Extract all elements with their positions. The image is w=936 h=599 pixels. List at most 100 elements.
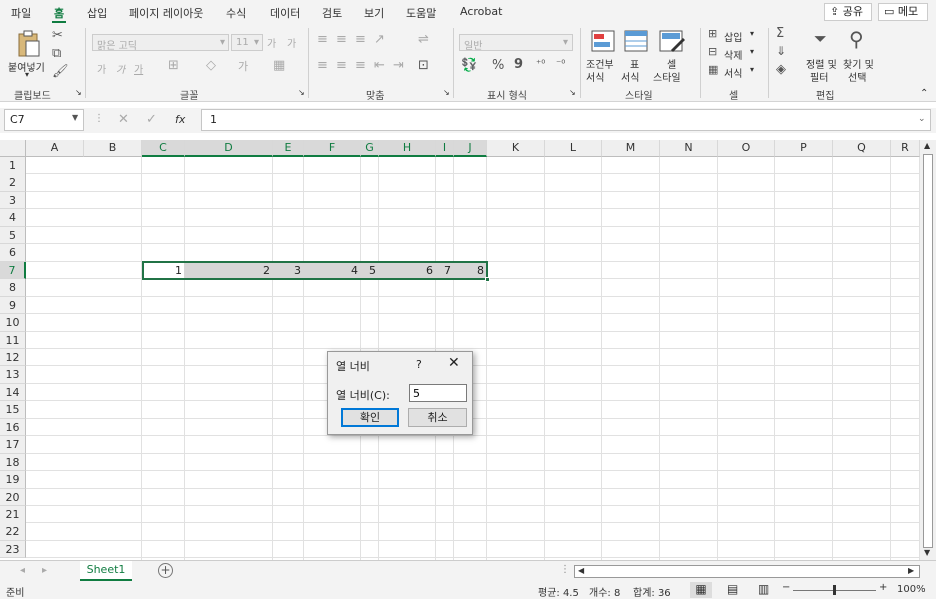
tab-page-layout[interactable]: 페이지 레이아웃 bbox=[129, 5, 203, 21]
shrink-font-button[interactable]: 가 bbox=[287, 35, 296, 50]
check-icon[interactable]: ✓ bbox=[146, 112, 157, 127]
sort-filter-button[interactable]: ⏷ 정렬 및 필터 bbox=[806, 28, 842, 84]
tab-acrobat[interactable]: Acrobat bbox=[460, 5, 502, 18]
zoom-slider-thumb[interactable] bbox=[833, 585, 836, 595]
conditional-formatting-button[interactable]: 조건부 서식 bbox=[586, 28, 620, 84]
column-header[interactable]: C bbox=[142, 140, 185, 157]
bold-button[interactable]: 가 bbox=[97, 61, 106, 76]
column-header[interactable]: Q bbox=[833, 140, 891, 157]
sheet-tab[interactable]: Sheet1 bbox=[80, 561, 132, 581]
row-header[interactable]: 14 bbox=[0, 383, 26, 402]
wrap-text-icon[interactable]: ⇌ bbox=[418, 32, 429, 47]
scroll-left-icon[interactable]: ◀ bbox=[578, 566, 584, 575]
column-header[interactable]: P bbox=[775, 140, 833, 157]
column-header[interactable]: N bbox=[660, 140, 718, 157]
ok-button[interactable]: 확인 bbox=[341, 408, 399, 427]
cancel-button[interactable]: 취소 bbox=[408, 408, 467, 427]
column-header[interactable]: M bbox=[602, 140, 660, 157]
orientation-icon[interactable]: ↗ bbox=[374, 32, 385, 47]
cell-value[interactable]: 1 bbox=[142, 263, 182, 278]
cell-value[interactable]: 6 bbox=[379, 263, 433, 278]
row-header[interactable]: 15 bbox=[0, 401, 26, 419]
share-button[interactable]: ⇪ 공유 bbox=[824, 3, 872, 21]
row-header[interactable]: 12 bbox=[0, 348, 26, 367]
column-header[interactable]: H bbox=[379, 140, 436, 157]
insert-function-button[interactable]: fx bbox=[175, 113, 185, 126]
fill-handle[interactable] bbox=[485, 277, 490, 283]
collapse-ribbon-icon[interactable]: ⌃ bbox=[920, 88, 928, 99]
fill-icon[interactable]: ⇓ bbox=[776, 44, 786, 58]
zoom-level[interactable]: 100% bbox=[897, 584, 926, 595]
row-header[interactable]: 23 bbox=[0, 540, 26, 559]
format-cells-button[interactable]: ▦ 서식 ▾ bbox=[708, 63, 760, 80]
column-header[interactable]: R bbox=[891, 140, 920, 157]
decrease-indent-icon[interactable]: ⇤ bbox=[374, 58, 385, 73]
italic-button[interactable]: 가 bbox=[116, 61, 125, 76]
worksheet-grid[interactable]: ABCDEFGHIJKLMNOPQR 1 2 3 4 5 6 7 8 9 10 11 12 13 14 15… bbox=[0, 140, 920, 560]
prev-sheet-icon[interactable]: ◂ bbox=[20, 565, 25, 576]
align-middle-icon[interactable]: ≡ bbox=[336, 32, 347, 47]
format-painter-icon[interactable]: 🖌 bbox=[52, 64, 69, 79]
scroll-right-icon[interactable]: ▶ bbox=[908, 566, 914, 575]
select-all-corner[interactable] bbox=[0, 140, 26, 157]
cell-value[interactable]: 2 bbox=[185, 263, 270, 278]
next-sheet-icon[interactable]: ▸ bbox=[42, 565, 47, 576]
find-select-button[interactable]: ⚲ 찾기 및 선택 bbox=[843, 27, 883, 84]
increase-indent-icon[interactable]: ⇥ bbox=[393, 58, 404, 73]
underline-button[interactable]: 가 bbox=[134, 61, 143, 76]
column-header[interactable]: K bbox=[487, 140, 545, 157]
row-header[interactable]: 18 bbox=[0, 453, 26, 472]
column-header[interactable]: F bbox=[304, 140, 361, 157]
row-header[interactable]: 21 bbox=[0, 506, 26, 524]
align-left-icon[interactable]: ≡ bbox=[317, 58, 328, 73]
row-header[interactable]: 22 bbox=[0, 523, 26, 541]
cell-value[interactable]: 5 bbox=[361, 263, 376, 278]
formula-input[interactable]: 1 bbox=[201, 109, 931, 131]
row-header[interactable]: 16 bbox=[0, 418, 26, 437]
vertical-scrollbar[interactable]: ▲ ▼ bbox=[920, 140, 936, 562]
column-header[interactable]: B bbox=[84, 140, 142, 157]
row-header[interactable]: 20 bbox=[0, 488, 26, 507]
row-header[interactable]: 11 bbox=[0, 331, 26, 349]
column-header[interactable]: A bbox=[26, 140, 84, 157]
currency-icon[interactable]: 💱 bbox=[461, 58, 477, 73]
column-header[interactable]: O bbox=[718, 140, 775, 157]
number-format-box[interactable]: 일반 ▾ bbox=[459, 34, 573, 52]
percent-button[interactable]: % bbox=[492, 58, 504, 73]
row-header[interactable]: 1 bbox=[0, 157, 26, 175]
horizontal-scrollbar[interactable]: ◀ ▶ bbox=[574, 565, 920, 578]
cell-styles-button[interactable]: 셀 스타일 bbox=[653, 28, 693, 84]
dialog-launcher-icon[interactable]: ↘ bbox=[298, 88, 305, 97]
add-sheet-icon[interactable]: + bbox=[158, 563, 173, 578]
increase-decimal-icon[interactable]: ⁺⁰ bbox=[536, 59, 545, 70]
copy-icon[interactable]: ⧉ bbox=[52, 46, 61, 61]
cell-value[interactable]: 3 bbox=[273, 263, 301, 278]
align-top-icon[interactable]: ≡ bbox=[317, 32, 328, 47]
row-header[interactable]: 9 bbox=[0, 296, 26, 315]
row-header[interactable]: 5 bbox=[0, 226, 26, 245]
column-header[interactable]: D bbox=[185, 140, 273, 157]
normal-view-icon[interactable]: ▦ bbox=[690, 582, 712, 598]
row-header[interactable]: 3 bbox=[0, 191, 26, 210]
cell-value[interactable]: 4 bbox=[304, 263, 358, 278]
comments-button[interactable]: ▭ 메모 bbox=[878, 3, 928, 21]
tab-help[interactable]: 도움말 bbox=[406, 5, 436, 21]
scroll-up-icon[interactable]: ▲ bbox=[924, 141, 930, 150]
zoom-out-icon[interactable]: − bbox=[782, 582, 790, 593]
font-color-icon[interactable]: 가 bbox=[238, 58, 248, 74]
scroll-thumb[interactable] bbox=[923, 154, 933, 548]
paste-button[interactable]: 붙여넣기 ▾ bbox=[8, 28, 48, 79]
column-header[interactable]: J bbox=[454, 140, 487, 157]
column-header[interactable]: G bbox=[361, 140, 379, 157]
row-header[interactable]: 10 bbox=[0, 314, 26, 332]
cut-icon[interactable]: ✂ bbox=[52, 28, 63, 43]
fill-color-icon[interactable]: ◇ bbox=[206, 58, 216, 73]
scroll-down-icon[interactable]: ▼ bbox=[924, 548, 930, 557]
font-name-box[interactable]: 맑은 고딕 ▾ bbox=[92, 34, 229, 52]
row-header[interactable]: 13 bbox=[0, 366, 26, 384]
tab-insert[interactable]: 삽입 bbox=[87, 5, 107, 21]
delete-cells-button[interactable]: ⊟ 삭제 ▾ bbox=[708, 45, 760, 62]
page-break-icon[interactable]: ▥ bbox=[758, 582, 769, 596]
page-layout-icon[interactable]: ▤ bbox=[727, 582, 738, 596]
decrease-decimal-icon[interactable]: ⁻⁰ bbox=[556, 59, 565, 70]
